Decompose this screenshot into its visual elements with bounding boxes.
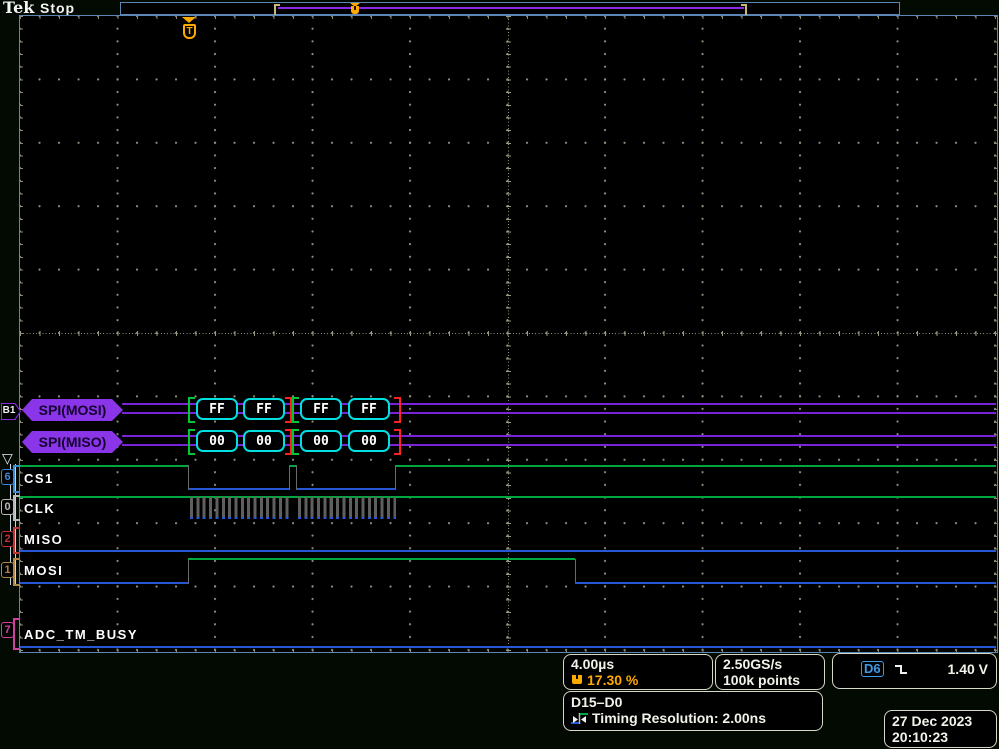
digital-group-range: D15–D0 <box>571 694 623 710</box>
clk-burst-low-marks <box>190 517 290 519</box>
trigger-position-marker[interactable]: T <box>182 17 196 41</box>
cs1-edge <box>188 465 189 490</box>
bus-value-box: FF <box>300 398 342 420</box>
channel-label: MISO <box>24 532 64 547</box>
record-view-bar[interactable] <box>120 2 900 17</box>
frame-start-bracket-icon <box>188 397 195 423</box>
cs1-edge <box>289 465 290 490</box>
channel-bracket-d2 <box>13 527 20 554</box>
bus-value-box: 00 <box>196 430 238 452</box>
cs1-waveform-segment <box>395 465 996 467</box>
bus-value-box: 00 <box>348 430 390 452</box>
acquisition-status: Stop <box>40 0 76 16</box>
digital-timing-readout[interactable]: D15–D0 Timing Resolution: 2.00ns <box>563 691 823 731</box>
clk-burst-low-marks <box>298 517 396 519</box>
cs1-waveform-segment <box>297 488 395 490</box>
mosi-waveform-segment <box>20 582 188 584</box>
timing-resolution-icon <box>571 712 588 724</box>
channel-label: MOSI <box>24 563 64 578</box>
cs1-edge <box>395 465 396 490</box>
bus-value-box: 00 <box>300 430 342 452</box>
channel-bracket-d1 <box>13 558 20 586</box>
frame-end-bracket-icon <box>394 429 401 455</box>
frame-end-bracket-icon <box>285 397 292 423</box>
channel-label: CS1 <box>24 471 54 486</box>
date: 27 Dec 2023 <box>892 713 973 729</box>
trigger-position-icon <box>572 675 582 684</box>
trigger-source-badge: D6 <box>861 661 884 677</box>
spi-miso-badge[interactable]: SPI(MISO) <box>22 431 123 453</box>
channel-bracket-d7 <box>13 618 20 650</box>
mosi-edge <box>188 559 189 584</box>
trigger-level: 1.40 V <box>947 661 988 677</box>
mosi-waveform-segment <box>575 582 996 584</box>
trigger-t-icon: T <box>183 24 196 39</box>
frame-start-bracket-icon <box>292 429 299 455</box>
timing-resolution: Timing Resolution: 2.00ns <box>592 710 766 726</box>
frame-start-bracket-icon <box>188 429 195 455</box>
cs1-waveform-segment <box>20 465 189 467</box>
frame-start-bracket-icon <box>292 397 299 423</box>
trigger-readout[interactable]: D6 1.40 V <box>832 653 997 689</box>
cs1-edge <box>296 465 297 490</box>
channel-bracket-d0 <box>13 495 20 521</box>
clk-burst <box>190 497 290 519</box>
frame-end-bracket-icon <box>394 397 401 423</box>
acquisition-readout[interactable]: 2.50GS/s 100k points <box>715 654 825 690</box>
oscilloscope-screen: Tek Stop T B1 SPI(MOSI) SPI(MISO) FF FF … <box>0 0 999 749</box>
record-length: 100k points <box>723 672 801 688</box>
zoom-window-extent <box>278 7 744 9</box>
mosi-edge <box>575 559 576 584</box>
channel-label: CLK <box>24 501 56 516</box>
bus-value-box: FF <box>196 398 238 420</box>
bus-b1-badge[interactable]: B1 <box>1 403 21 420</box>
bus-b1-label: B1 <box>2 405 16 416</box>
trigger-position-bar-icon[interactable] <box>349 3 361 14</box>
frame-end-bracket-icon <box>285 429 292 455</box>
trigger-position-percent: 17.30 % <box>587 672 639 688</box>
miso-waveform-segment <box>20 550 996 552</box>
spi-mosi-badge[interactable]: SPI(MOSI) <box>22 399 123 421</box>
datetime-readout[interactable]: 27 Dec 2023 20:10:23 <box>884 710 997 748</box>
adc-tm-busy-waveform-segment <box>20 646 996 648</box>
bus-value-box: 00 <box>243 430 285 452</box>
horizontal-scale: 4.00µs <box>571 656 615 672</box>
sample-rate: 2.50GS/s <box>723 656 783 672</box>
mosi-waveform-segment <box>188 558 575 560</box>
channel-bracket-d6 <box>13 465 20 493</box>
clk-waveform-high-line <box>20 496 996 498</box>
bus-value-box: FF <box>243 398 285 420</box>
falling-edge-icon <box>894 665 907 674</box>
trigger-triangle-icon <box>182 17 196 23</box>
timebase-readout[interactable]: 4.00µs 17.30 % <box>563 654 713 690</box>
channel-label: ADC_TM_BUSY <box>24 627 139 642</box>
time: 20:10:23 <box>892 729 949 745</box>
cs1-waveform-segment <box>189 488 289 490</box>
bus-value-box: FF <box>348 398 390 420</box>
grid-center-horizontal <box>20 331 997 336</box>
trigger-flag-slot <box>354 6 356 10</box>
clk-burst <box>298 497 396 519</box>
